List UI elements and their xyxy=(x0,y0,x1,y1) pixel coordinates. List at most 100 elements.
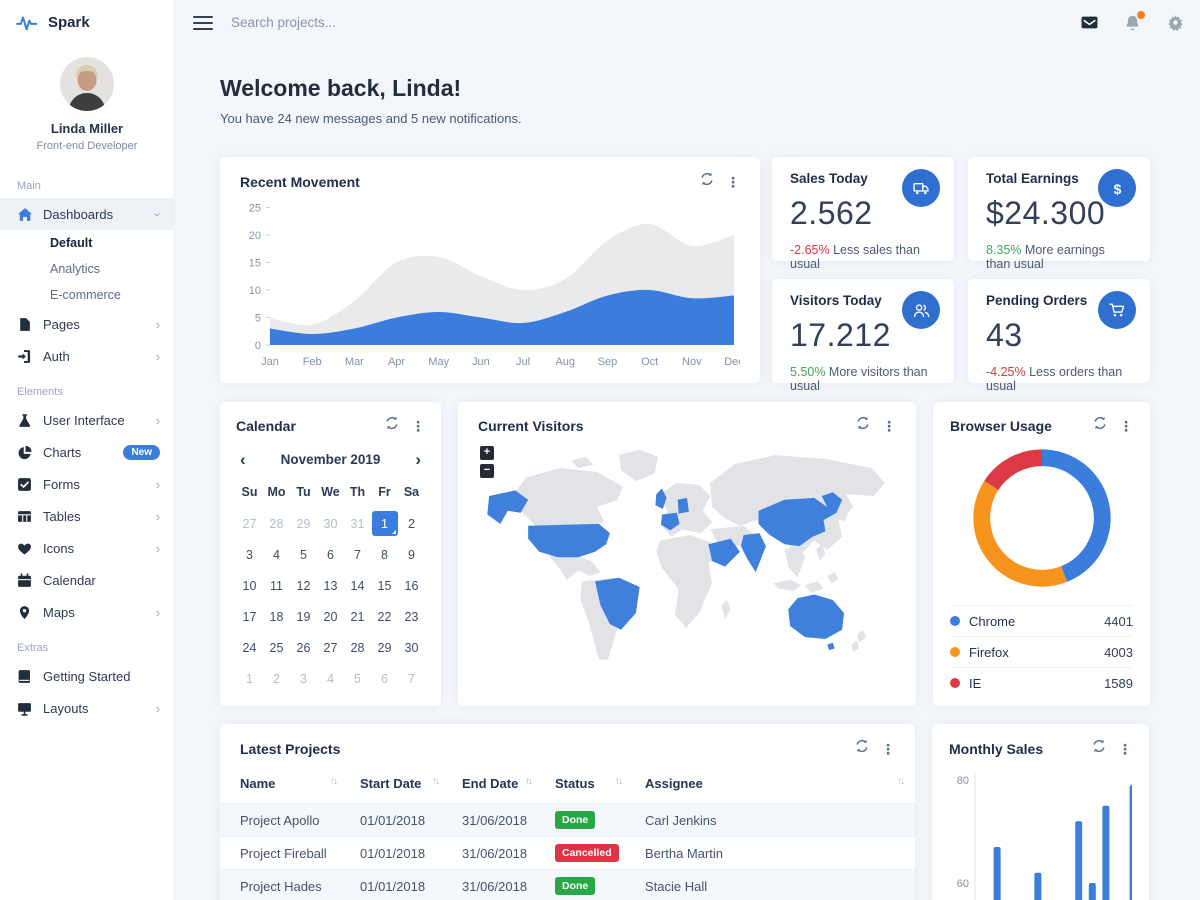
kebab-menu-icon[interactable]: ⋮ xyxy=(882,419,896,433)
column-header-assignee[interactable]: Assignee↑↓ xyxy=(633,770,915,804)
sidebar-item-pages[interactable]: Pages› xyxy=(0,308,174,340)
calendar-day[interactable]: 22 xyxy=(371,601,398,632)
calendar-day[interactable]: 24 xyxy=(236,632,263,663)
table-row[interactable]: Project Apollo01/01/201831/06/2018DoneCa… xyxy=(220,804,915,837)
calendar-day[interactable]: 6 xyxy=(371,663,398,694)
column-header-status[interactable]: Status↑↓ xyxy=(543,770,633,804)
calendar-day[interactable]: 20 xyxy=(317,601,344,632)
column-header-name[interactable]: Name↑↓ xyxy=(220,770,348,804)
calendar-day[interactable]: 18 xyxy=(263,601,290,632)
calendar-day[interactable]: 13 xyxy=(317,570,344,601)
column-header-start-date[interactable]: Start Date↑↓ xyxy=(348,770,450,804)
calendar-day[interactable]: 5 xyxy=(290,539,317,570)
table-row[interactable]: Project Hades01/01/201831/06/2018DoneSta… xyxy=(220,870,915,900)
calendar-day[interactable]: 12 xyxy=(290,570,317,601)
calendar-day[interactable]: 6 xyxy=(317,539,344,570)
svg-text:May: May xyxy=(428,356,449,368)
kebab-menu-icon[interactable]: ⋮ xyxy=(881,742,895,756)
sidebar-item-forms[interactable]: Forms› xyxy=(0,468,174,500)
calendar-day[interactable]: 27 xyxy=(317,632,344,663)
calendar-day[interactable]: 29 xyxy=(290,508,317,539)
sidebar-item-tables[interactable]: Tables› xyxy=(0,500,174,532)
avatar[interactable] xyxy=(60,57,114,111)
search-input[interactable] xyxy=(231,15,491,30)
sort-icon[interactable]: ↑↓ xyxy=(897,776,903,787)
calendar-day[interactable]: 15 xyxy=(371,570,398,601)
calendar-day[interactable]: 11 xyxy=(263,570,290,601)
calendar-day[interactable]: 30 xyxy=(398,632,425,663)
calendar-day[interactable]: 16 xyxy=(398,570,425,601)
calendar-day[interactable]: 9 xyxy=(398,539,425,570)
column-header-end-date[interactable]: End Date↑↓ xyxy=(450,770,543,804)
calendar-day[interactable]: 27 xyxy=(236,508,263,539)
pulse-logo-icon xyxy=(16,13,40,33)
sort-icon[interactable]: ↑↓ xyxy=(330,776,336,787)
refresh-icon[interactable] xyxy=(855,739,869,758)
table-row[interactable]: Project Fireball01/01/201831/06/2018Canc… xyxy=(220,837,915,870)
calendar-day[interactable]: 28 xyxy=(344,632,371,663)
calendar-day[interactable]: 14 xyxy=(344,570,371,601)
calendar-day[interactable]: 4 xyxy=(263,539,290,570)
calendar-day[interactable]: 19 xyxy=(290,601,317,632)
browser-usage-card: Browser Usage ⋮ Chrome4401Firefox4003IE1… xyxy=(933,402,1150,706)
calendar-day[interactable]: 8 xyxy=(371,539,398,570)
sort-icon[interactable]: ↑↓ xyxy=(615,776,621,787)
kebab-menu-icon[interactable]: ⋮ xyxy=(726,175,740,189)
calendar-grid: SuMoTuWeThFrSa27282930311234567891011121… xyxy=(236,480,425,694)
calendar-day[interactable]: 31 xyxy=(344,508,371,539)
calendar-day[interactable]: 7 xyxy=(344,539,371,570)
bell-icon[interactable] xyxy=(1124,14,1141,31)
refresh-icon[interactable] xyxy=(856,416,870,435)
sort-icon[interactable]: ↑↓ xyxy=(432,776,438,787)
calendar-day[interactable]: 21 xyxy=(344,601,371,632)
sidebar-subitem-default[interactable]: Default xyxy=(0,230,174,256)
calendar-day[interactable]: 30 xyxy=(317,508,344,539)
calendar-day[interactable]: 3 xyxy=(290,663,317,694)
sidebar-item-charts[interactable]: ChartsNew xyxy=(0,436,174,468)
world-map[interactable] xyxy=(478,435,896,687)
calendar-day[interactable]: 1 xyxy=(236,663,263,694)
calendar-day[interactable]: 2 xyxy=(263,663,290,694)
sort-icon[interactable]: ↑↓ xyxy=(525,776,531,787)
calendar-day[interactable]: 29 xyxy=(371,632,398,663)
sidebar-item-calendar[interactable]: Calendar xyxy=(0,564,174,596)
calendar-day[interactable]: 4 xyxy=(317,663,344,694)
calendar-day[interactable]: 10 xyxy=(236,570,263,601)
mail-icon[interactable] xyxy=(1081,14,1098,31)
kebab-menu-icon[interactable]: ⋮ xyxy=(411,419,425,433)
brand[interactable]: Spark xyxy=(0,0,174,45)
calendar-day[interactable]: 28 xyxy=(263,508,290,539)
map-zoom-in-button[interactable]: + xyxy=(480,446,494,460)
sidebar-item-label: User Interface xyxy=(43,413,145,428)
refresh-icon[interactable] xyxy=(1092,739,1106,758)
country-usa xyxy=(528,524,610,557)
sidebar-item-icons[interactable]: Icons› xyxy=(0,532,174,564)
sidebar-subitem-e-commerce[interactable]: E-commerce xyxy=(0,282,174,308)
calendar-day[interactable]: 23 xyxy=(398,601,425,632)
calendar-day[interactable]: 3 xyxy=(236,539,263,570)
gear-icon[interactable] xyxy=(1167,14,1184,31)
refresh-icon[interactable] xyxy=(700,172,714,191)
refresh-icon[interactable] xyxy=(1093,416,1107,435)
sidebar-item-getting-started[interactable]: Getting Started xyxy=(0,660,174,692)
map-zoom-out-button[interactable]: − xyxy=(480,464,494,478)
calendar-day[interactable]: 2 xyxy=(398,508,425,539)
calendar-day[interactable]: 25 xyxy=(263,632,290,663)
calendar-next-button[interactable]: › xyxy=(415,451,421,468)
calendar-day[interactable]: 7 xyxy=(398,663,425,694)
calendar-day[interactable]: 26 xyxy=(290,632,317,663)
sidebar-item-user-interface[interactable]: User Interface› xyxy=(0,404,174,436)
calendar-day-selected[interactable]: 1 xyxy=(371,508,398,539)
calendar-day[interactable]: 17 xyxy=(236,601,263,632)
kebab-menu-icon[interactable]: ⋮ xyxy=(1118,742,1132,756)
refresh-icon[interactable] xyxy=(385,416,399,435)
calendar-day[interactable]: 5 xyxy=(344,663,371,694)
hamburger-menu-icon[interactable] xyxy=(193,12,213,34)
svg-text:Dec: Dec xyxy=(724,356,740,368)
sidebar-item-auth[interactable]: Auth› xyxy=(0,340,174,372)
sidebar-item-maps[interactable]: Maps› xyxy=(0,596,174,628)
sidebar-subitem-analytics[interactable]: Analytics xyxy=(0,256,174,282)
sidebar-item-dashboards[interactable]: Dashboards› xyxy=(0,198,174,230)
sidebar-item-layouts[interactable]: Layouts› xyxy=(0,692,174,724)
kebab-menu-icon[interactable]: ⋮ xyxy=(1119,419,1133,433)
